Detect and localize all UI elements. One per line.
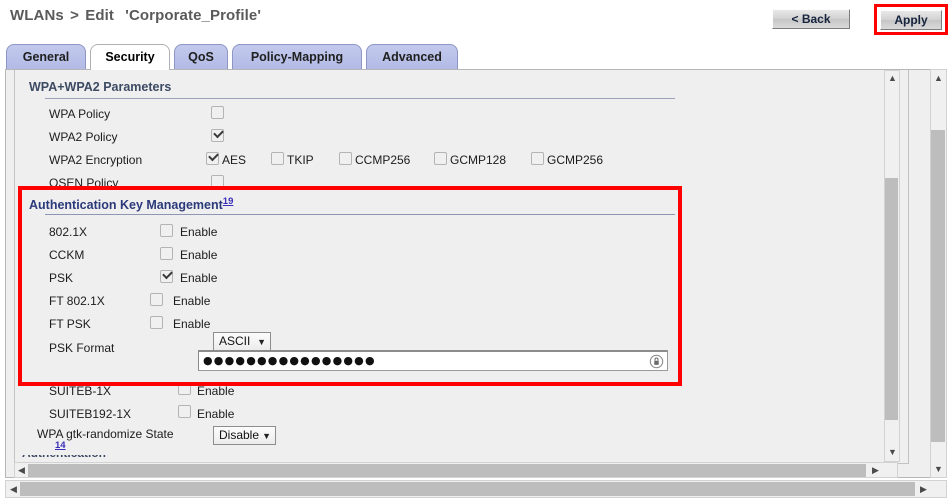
outer-scroll-left-icon[interactable]: ◀ [10, 485, 17, 494]
breadcrumb-root[interactable]: WLANs [10, 7, 64, 24]
akm-footnote-19[interactable]: 19 [223, 196, 234, 207]
wlan-security-page: WLANs > Edit 'Corporate_Profile' < Back … [0, 0, 948, 501]
inner-scroll-up-icon[interactable]: ▲ [888, 74, 897, 83]
encryption-tkip-checkbox[interactable] [271, 152, 284, 165]
inner-scroll-right-icon[interactable]: ▶ [872, 466, 879, 475]
psk-format-select[interactable]: ASCII ▼ [213, 332, 271, 351]
breadcrumb: WLANs > Edit 'Corporate_Profile' [10, 7, 261, 24]
tab-qos[interactable]: QoS [174, 44, 228, 69]
akm-section-title: Authentication Key Management19 [29, 196, 233, 212]
outer-scroll-right-icon[interactable]: ▶ [920, 485, 927, 494]
encryption-gcmp128-label: GCMP128 [450, 153, 507, 167]
akm-ft-psk-label: FT PSK [49, 317, 91, 331]
breadcrumb-profile: 'Corporate_Profile' [125, 7, 262, 24]
osen-policy-checkbox[interactable] [211, 175, 224, 188]
apply-button[interactable]: Apply [880, 10, 942, 30]
akm-ft-8021x-checkbox[interactable] [150, 293, 163, 306]
tab-general[interactable]: General [6, 44, 86, 69]
wpa2-encryption-label: WPA2 Encryption [49, 153, 143, 167]
akm-8021x-enable-label: Enable [180, 225, 218, 239]
encryption-gcmp128-checkbox[interactable] [434, 152, 447, 165]
content-panel: WPA+WPA2 Parameters WPA Policy WPA2 Poli… [5, 69, 943, 478]
wpa-policy-checkbox[interactable] [211, 106, 224, 119]
clipped-section-title: Authentication [22, 455, 106, 460]
tab-bar: General Security QoS Policy-Mapping Adva… [0, 44, 948, 70]
wpa-section-rule [45, 98, 675, 99]
psk-format-value: ASCII [219, 334, 251, 348]
wpa-section-title: WPA+WPA2 Parameters [29, 80, 172, 94]
akm-cckm-label: CCKM [49, 248, 85, 262]
akm-section-rule [45, 214, 675, 215]
suiteb192-1x-enable-label: Enable [197, 407, 235, 421]
encryption-tkip-label: TKIP [287, 153, 314, 167]
lock-reveal-icon[interactable] [649, 354, 664, 369]
inner-vertical-scroll-thumb[interactable] [885, 178, 898, 420]
outer-horizontal-scroll-thumb[interactable] [20, 482, 915, 496]
suiteb-1x-label: SUITEB-1X [49, 384, 112, 398]
breadcrumb-action: Edit [85, 7, 114, 24]
gtk-footnote-14[interactable]: 14 [55, 440, 66, 451]
akm-ft-psk-checkbox[interactable] [150, 316, 163, 329]
wpa-policy-label: WPA Policy [49, 107, 111, 121]
akm-8021x-checkbox[interactable] [160, 224, 173, 237]
gtk-randomize-value: Disable [219, 428, 260, 442]
akm-psk-checkbox[interactable] [160, 270, 173, 283]
tab-policy-mapping[interactable]: Policy-Mapping [232, 44, 362, 69]
akm-ft-8021x-label: FT 802.1X [49, 294, 105, 308]
suiteb192-1x-label: SUITEB192-1X [49, 407, 132, 421]
outer-scroll-up-icon[interactable]: ▲ [934, 74, 943, 83]
scrollable-form-frame: WPA+WPA2 Parameters WPA Policy WPA2 Poli… [14, 70, 909, 464]
psk-password-value: ●●●●●●●●●●●●●●●● [203, 354, 376, 367]
wpa2-policy-checkbox[interactable] [211, 129, 224, 142]
psk-password-field[interactable]: ●●●●●●●●●●●●●●●● [198, 350, 668, 371]
suiteb-1x-enable-label: Enable [197, 384, 235, 398]
encryption-ccmp256-checkbox[interactable] [339, 152, 352, 165]
psk-format-label: PSK Format [49, 341, 115, 355]
gtk-randomize-select[interactable]: Disable ▼ [213, 426, 276, 445]
akm-ft-psk-enable-label: Enable [173, 317, 211, 331]
encryption-ccmp256-label: CCMP256 [355, 153, 411, 167]
encryption-gcmp256-checkbox[interactable] [531, 152, 544, 165]
akm-section-title-text: Authentication Key Management [29, 198, 223, 213]
inner-horizontal-scroll-thumb[interactable] [28, 464, 866, 477]
breadcrumb-separator: > [70, 7, 79, 24]
wpa2-policy-label: WPA2 Policy [49, 130, 118, 144]
outer-scroll-down-icon[interactable]: ▼ [934, 465, 943, 474]
encryption-aes-checkbox[interactable] [206, 152, 219, 165]
akm-ft-8021x-enable-label: Enable [173, 294, 211, 308]
back-button[interactable]: < Back [772, 9, 850, 29]
encryption-gcmp256-label: GCMP256 [547, 153, 604, 167]
gtk-randomize-label: WPA gtk-randomize State [37, 427, 174, 441]
inner-scroll-down-icon[interactable]: ▼ [888, 448, 897, 457]
outer-vertical-scroll-thumb[interactable] [931, 130, 945, 442]
akm-cckm-checkbox[interactable] [160, 247, 173, 260]
akm-cckm-enable-label: Enable [180, 248, 218, 262]
suiteb-1x-checkbox[interactable] [178, 382, 191, 395]
suiteb192-1x-checkbox[interactable] [178, 405, 191, 418]
inner-scroll-left-icon[interactable]: ◀ [18, 466, 25, 475]
akm-psk-enable-label: Enable [180, 271, 218, 285]
tab-security[interactable]: Security [90, 44, 170, 70]
encryption-aes-label: AES [222, 153, 247, 167]
akm-8021x-label: 802.1X [49, 225, 88, 239]
security-form: WPA+WPA2 Parameters WPA Policy WPA2 Poli… [15, 70, 895, 451]
osen-policy-label: OSEN Policy [49, 176, 119, 190]
akm-psk-label: PSK [49, 271, 74, 285]
chevron-down-icon: ▼ [257, 337, 266, 347]
tab-advanced[interactable]: Advanced [366, 44, 458, 69]
chevron-down-icon: ▼ [262, 431, 271, 441]
